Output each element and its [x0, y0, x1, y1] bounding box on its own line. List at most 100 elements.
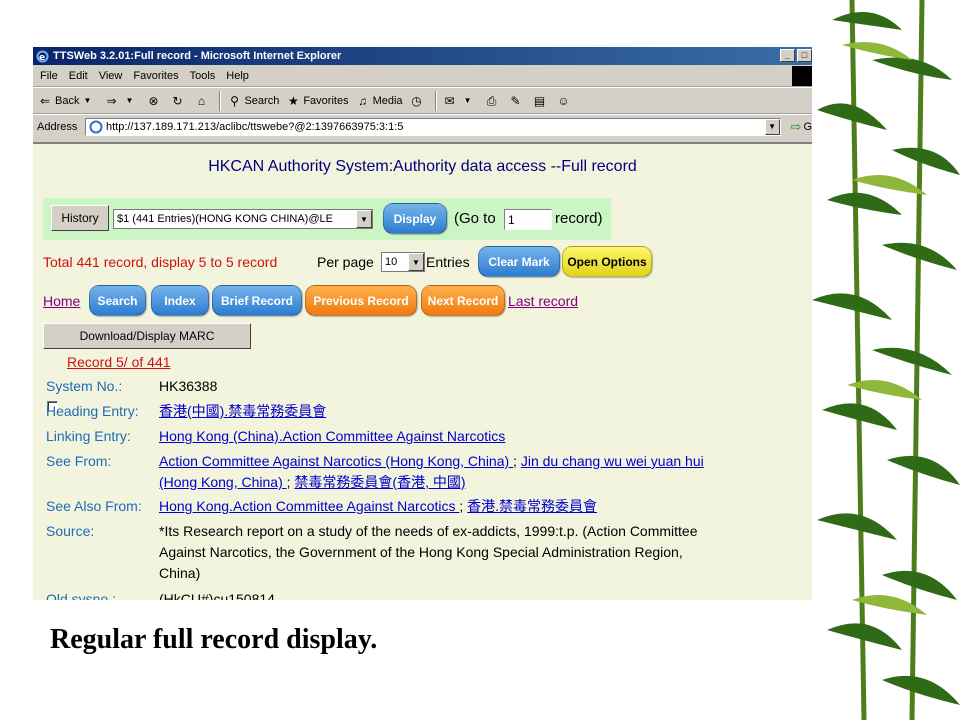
ie-logo-icon: e — [36, 50, 49, 63]
page-content: HKCAN Authority System:Authority data ac… — [33, 142, 812, 600]
previous-record-button[interactable]: Previous Record — [305, 285, 417, 316]
see-also-from-label: See Also From: — [46, 498, 142, 514]
address-input[interactable]: http://137.189.171.213/aclibc/ttswebe?@2… — [84, 117, 781, 136]
display-button[interactable]: Display — [383, 203, 447, 234]
page-title: HKCAN Authority System:Authority data ac… — [208, 158, 637, 175]
history-toolbar-button[interactable]: ◷ — [409, 93, 427, 109]
see-also-from-value: Hong Kong.Action Committee Against Narco… — [159, 498, 598, 514]
favorites-toolbar-button[interactable]: ★ Favorites — [285, 93, 349, 109]
linking-entry-value: Hong Kong (China).Action Committee Again… — [159, 426, 505, 447]
home-icon: ⌂ — [197, 93, 206, 108]
old-sysno-value: (HkCU#)cu150814 — [159, 591, 275, 600]
brief-record-button[interactable]: Brief Record — [212, 285, 302, 316]
next-record-button[interactable]: Next Record — [421, 285, 505, 316]
see-from-link-1[interactable]: Action Committee Against Narcotics (Hong… — [159, 453, 513, 469]
select-arrow-icon: ▼ — [408, 253, 424, 271]
linking-entry-link[interactable]: Hong Kong (China).Action Committee Again… — [159, 428, 505, 444]
menu-view[interactable]: View — [96, 70, 131, 82]
see-from-link-3[interactable]: 禁毒常務委員會(香港, 中國) — [294, 474, 465, 490]
entries-label: Entries — [426, 254, 470, 270]
linking-entry-label: Linking Entry: — [46, 428, 131, 444]
edit-button[interactable]: ✎ — [508, 93, 526, 109]
goto-input[interactable]: 1 — [504, 209, 552, 230]
history-icon: ◷ — [411, 93, 422, 108]
slide-caption: Regular full record display. — [50, 624, 378, 655]
messenger-button[interactable]: ☺ — [556, 93, 574, 109]
heading-entry-label: Heading Entry: — [46, 403, 139, 419]
search-icon: ⚲ — [230, 93, 239, 108]
clear-mark-button[interactable]: Clear Mark — [478, 246, 560, 277]
stop-icon: ⊗ — [148, 93, 159, 108]
per-page-select[interactable]: 10 ▼ — [381, 252, 425, 272]
search-toolbar-button[interactable]: ⚲ Search — [226, 93, 279, 109]
address-label: Address — [37, 120, 78, 133]
page-icon — [89, 120, 103, 133]
total-records-text: Total 441 record, display 5 to 5 record — [43, 254, 278, 270]
see-also-from-link-2[interactable]: 香港.禁毒常務委員會 — [467, 498, 597, 514]
source-value: *Its Research report on a study of the n… — [159, 523, 698, 581]
last-record-link[interactable]: Last record — [508, 293, 578, 309]
record-number-link[interactable]: Record 5/ of 441 — [67, 354, 171, 370]
menu-bar: File Edit View Favorites Tools Help — [33, 65, 812, 87]
menu-favorites[interactable]: Favorites — [130, 70, 186, 82]
mail-icon: ✉ — [444, 93, 455, 108]
svg-text:e: e — [39, 53, 45, 63]
download-marc-button[interactable]: Download/Display MARC — [43, 323, 251, 349]
menu-help[interactable]: Help — [223, 70, 257, 82]
menu-edit[interactable]: Edit — [66, 70, 96, 82]
toolbar-separator — [434, 90, 437, 111]
system-no-label: System No.: — [46, 378, 123, 394]
dropdown-icon: ▼ — [463, 95, 472, 105]
browser-window: e TTSWeb 3.2.01:Full record - Microsoft … — [33, 47, 812, 600]
refresh-icon: ↻ — [172, 93, 183, 108]
toolbar: ⇐ Back ▼ ⇒ ▼ ⊗ ↻ ⌂ ⚲ Search ★ Favorites ♫ Medi… — [33, 87, 812, 114]
print-icon: ⎙ — [486, 93, 497, 108]
goto-prefix: (Go to — [454, 210, 496, 227]
discuss-button[interactable]: ▤ — [532, 93, 550, 109]
messenger-icon: ☺ — [557, 93, 570, 108]
title-bar: e TTSWeb 3.2.01:Full record - Microsoft … — [33, 47, 812, 65]
home-link[interactable]: Home — [43, 293, 80, 309]
maximize-button[interactable]: □ — [797, 49, 812, 62]
goto-suffix: record) — [555, 210, 603, 227]
per-page-label: Per page — [317, 254, 374, 270]
see-from-value: Action Committee Against Narcotics (Hong… — [159, 453, 704, 490]
window-controls: _ □ — [780, 49, 812, 62]
favorites-icon: ★ — [287, 93, 299, 108]
select-arrow-icon: ▼ — [356, 210, 372, 228]
go-button[interactable]: ⇨ G — [791, 119, 812, 135]
mail-button[interactable]: ✉ ▼ — [442, 93, 478, 109]
back-button[interactable]: ⇐ Back ▼ — [37, 93, 97, 109]
minimize-button[interactable]: _ — [780, 49, 795, 62]
forward-arrow-icon: ⇒ — [106, 93, 117, 108]
refresh-button[interactable]: ↻ — [169, 93, 187, 109]
edit-icon: ✎ — [510, 93, 521, 108]
menu-tools[interactable]: Tools — [187, 70, 224, 82]
search-button[interactable]: Search — [89, 285, 146, 316]
open-options-button[interactable]: Open Options — [562, 246, 652, 277]
dropdown-icon: ▼ — [125, 95, 134, 105]
old-sysno-label: Old sysno.: — [46, 591, 117, 600]
stop-button[interactable]: ⊗ — [145, 93, 163, 109]
heading-entry-link[interactable]: 香港(中國).禁毒常務委員會 — [159, 403, 326, 419]
window-title: TTSWeb 3.2.01:Full record - Microsoft In… — [53, 50, 342, 62]
print-button[interactable]: ⎙ — [484, 93, 502, 109]
menu-file[interactable]: File — [37, 70, 66, 82]
media-toolbar-button[interactable]: ♫ Media — [355, 93, 402, 109]
back-arrow-icon: ⇐ — [39, 93, 51, 108]
index-button[interactable]: Index — [151, 285, 209, 316]
home-button[interactable]: ⌂ — [193, 93, 211, 109]
heading-entry-value: 香港(中國).禁毒常務委員會 — [159, 401, 326, 422]
address-bar: Address http://137.189.171.213/aclibc/tt… — [33, 114, 812, 138]
history-select[interactable]: $1 (441 Entries)(HONG KONG CHINA)@LE ▼ — [113, 209, 373, 229]
bamboo-decoration — [812, 0, 960, 720]
forward-button[interactable]: ⇒ ▼ — [103, 93, 139, 109]
address-dropdown-icon[interactable]: ▼ — [764, 118, 780, 135]
system-no-value: HK36388 — [159, 378, 218, 394]
go-arrow-icon: ⇨ — [790, 118, 802, 134]
see-also-from-link-1[interactable]: Hong Kong.Action Committee Against Narco… — [159, 498, 459, 514]
see-from-label: See From: — [46, 453, 112, 469]
dropdown-icon: ▼ — [83, 95, 92, 105]
history-button[interactable]: History — [51, 205, 109, 231]
media-icon: ♫ — [358, 93, 368, 108]
